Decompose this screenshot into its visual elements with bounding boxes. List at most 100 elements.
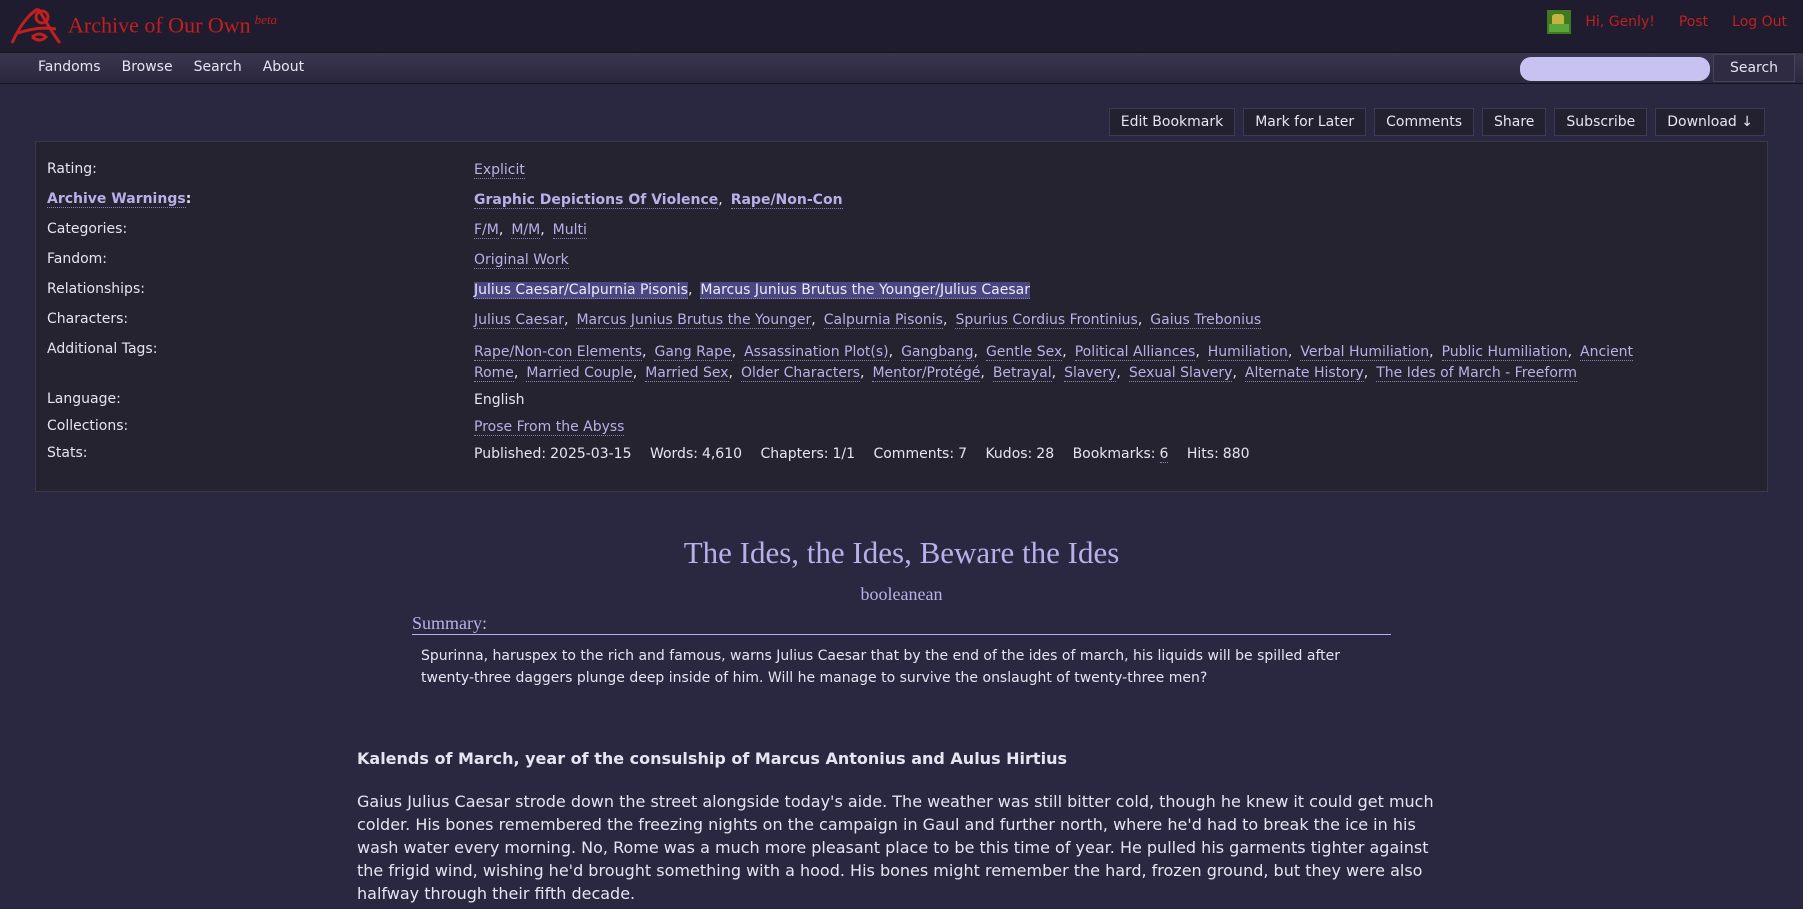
additional-tags-value: Rape/Non-con Elements, Gang Rape, Assassin… [474, 344, 1634, 382]
hits-label: Hits: [1186, 446, 1219, 462]
rating-label: Rating: [47, 161, 97, 177]
hits-value: 880 [1222, 446, 1250, 462]
author-link[interactable]: booleanean [861, 584, 943, 604]
freeform-tag[interactable]: Humiliation [1207, 344, 1288, 361]
freeform-tag[interactable]: Slavery [1064, 365, 1117, 382]
comments-value: 7 [958, 446, 967, 462]
words-label: Words: [649, 446, 698, 462]
published-label: Published: [474, 446, 547, 462]
nav-item-search[interactable]: Search [194, 59, 242, 75]
fandom-tag[interactable]: Original Work [474, 252, 569, 269]
category-tag[interactable]: F/M [474, 222, 499, 239]
chapters-value: 1/1 [832, 446, 856, 462]
freeform-tag[interactable]: Rape/Non-con Elements [474, 344, 643, 361]
freeform-tag[interactable]: Gangbang [901, 344, 974, 361]
characters-value: Julius Caesar, Marcus Junius Brutus the Y… [474, 312, 1262, 329]
category-tag[interactable]: M/M [511, 222, 541, 239]
words-value: 4,610 [701, 446, 743, 462]
relationships-value: Julius Caesar/Calpurnia Pisonis, Marcus J… [474, 282, 1030, 299]
relationship-tag[interactable]: Julius Caesar/Calpurnia Pisonis [474, 282, 688, 299]
freeform-tag[interactable]: Political Alliances [1074, 344, 1196, 361]
warnings-label-row: Archive Warnings: [47, 191, 192, 208]
fandom-label: Fandom: [47, 251, 108, 267]
warnings-label[interactable]: Archive Warnings [47, 191, 186, 208]
stats-value: Published: 2025-03-15 Words: 4,610 Chapter… [474, 446, 1264, 463]
work-author: booleanean [0, 584, 1803, 605]
published-value: 2025-03-15 [550, 446, 632, 462]
kudos-label: Kudos: [985, 446, 1033, 462]
comments-button[interactable]: Comments [1374, 108, 1475, 136]
freeform-tag[interactable]: Assassination Plot(s) [744, 344, 889, 361]
kudos-value: 28 [1036, 446, 1055, 462]
work-title: The Ides, the Ides, Beware the Ides [683, 535, 1120, 570]
greeting-link[interactable]: Hi, Genly! [1585, 14, 1654, 30]
bookmarks-link[interactable]: 6 [1159, 446, 1169, 463]
warnings-value: Graphic Depictions Of Violence, Rape/Non-… [474, 192, 843, 209]
character-tag[interactable]: Marcus Junius Brutus the Younger [576, 312, 812, 329]
stats-label: Stats: [47, 445, 88, 461]
freeform-tag[interactable]: Mentor/Protégé [872, 365, 981, 382]
nav-item-browse[interactable]: Browse [122, 59, 173, 75]
collection-link[interactable]: Prose From the Abyss [474, 419, 625, 436]
search-input[interactable] [1520, 57, 1710, 81]
site-header: Archive of Our Own beta Hi, Genly! Post L… [0, 0, 1803, 52]
fandom-value: Original Work [474, 252, 569, 269]
relationships-label: Relationships: [47, 281, 145, 297]
character-tag[interactable]: Julius Caesar [474, 312, 564, 329]
freeform-tag[interactable]: Betrayal [992, 365, 1052, 382]
freeform-tag[interactable]: Gang Rape [654, 344, 732, 361]
subscribe-button[interactable]: Subscribe [1554, 108, 1648, 136]
summary-text: Spurinna, haruspex to the rich and famou… [421, 648, 1340, 686]
characters-label: Characters: [47, 311, 129, 327]
comments-label: Comments: [873, 446, 955, 462]
freeform-tag[interactable]: Gentle Sex [985, 344, 1063, 361]
additional-tags-label: Additional Tags: [47, 341, 158, 357]
bookmarks-label: Bookmarks: [1072, 446, 1156, 462]
post-link[interactable]: Post [1679, 14, 1708, 30]
freeform-tag[interactable]: Alternate History [1244, 365, 1364, 382]
character-tag[interactable]: Calpurnia Pisonis [823, 312, 943, 329]
mark-for-later-button[interactable]: Mark for Later [1243, 108, 1367, 136]
language-value: English [474, 392, 525, 408]
primary-nav: Fandoms Browse Search About Search [0, 52, 1803, 84]
warning-tag[interactable]: Rape/Non-Con [730, 192, 843, 209]
category-tag[interactable]: Multi [552, 222, 587, 239]
share-button[interactable]: Share [1482, 108, 1547, 136]
categories-label: Categories: [47, 221, 128, 237]
character-tag[interactable]: Spurius Cordius Frontinius [955, 312, 1138, 329]
warning-tag[interactable]: Graphic Depictions Of Violence [474, 192, 719, 209]
edit-bookmark-button[interactable]: Edit Bookmark [1108, 108, 1236, 136]
rating-tag[interactable]: Explicit [474, 162, 525, 179]
freeform-tag[interactable]: Verbal Humiliation [1300, 344, 1430, 361]
beta-label: beta [254, 12, 278, 27]
relationship-tag[interactable]: Marcus Junius Brutus the Younger/Julius … [700, 282, 1030, 299]
categories-value: F/M, M/M, Multi [474, 222, 587, 239]
avatar[interactable] [1547, 10, 1572, 34]
site-title[interactable]: Archive of Our Own beta [68, 12, 277, 38]
site-title-text[interactable]: Archive of Our Own [68, 12, 251, 37]
freeform-tag[interactable]: Married Couple [526, 365, 633, 382]
chapter-heading: Kalends of March, year of the consulship… [357, 749, 1067, 768]
work-actions: Edit Bookmark Mark for Later Comments Sh… [1108, 108, 1765, 136]
character-tag[interactable]: Gaius Trebonius [1150, 312, 1262, 329]
search-button[interactable]: Search [1713, 54, 1795, 82]
work-meta: Rating: Explicit Archive Warnings: Graph… [35, 141, 1768, 492]
language-label: Language: [47, 391, 121, 407]
nav-item-fandoms[interactable]: Fandoms [38, 59, 101, 75]
freeform-tag[interactable]: Married Sex [645, 365, 729, 382]
summary-heading: Summary: [412, 613, 1391, 635]
user-area: Hi, Genly! Post Log Out [1547, 10, 1787, 34]
collections-label: Collections: [47, 418, 129, 434]
ao3-logo-icon[interactable] [8, 3, 66, 49]
logout-link[interactable]: Log Out [1732, 14, 1787, 30]
download-button[interactable]: Download ↓ [1655, 108, 1765, 136]
freeform-tag[interactable]: Sexual Slavery [1128, 365, 1233, 382]
chapter-body: Gaius Julius Caesar strode down the stre… [357, 792, 1434, 903]
freeform-tag[interactable]: Public Humiliation [1441, 344, 1568, 361]
nav-item-about[interactable]: About [263, 59, 304, 75]
freeform-tag[interactable]: The Ides of March - Freeform [1376, 365, 1578, 382]
collections-value: Prose From the Abyss [474, 419, 625, 436]
chapters-label: Chapters: [760, 446, 829, 462]
nav-list: Fandoms Browse Search About [38, 59, 304, 75]
freeform-tag[interactable]: Older Characters [740, 365, 860, 382]
